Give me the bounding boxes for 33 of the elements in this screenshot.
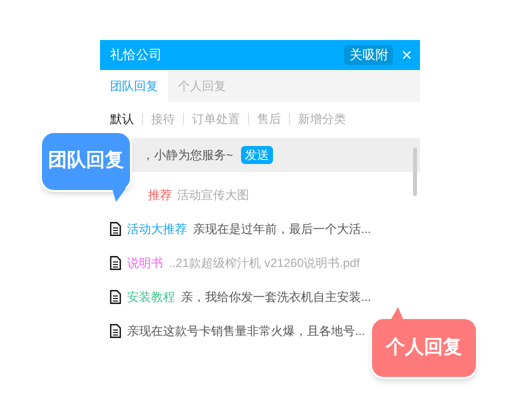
category-tab[interactable]: 订单处置: [192, 110, 240, 128]
reply-item[interactable]: 推荐 活动宣传大图: [100, 178, 420, 212]
send-button[interactable]: 发送: [241, 146, 274, 164]
document-icon: [110, 324, 121, 338]
document-icon: [110, 256, 121, 270]
scrollbar[interactable]: [413, 148, 417, 196]
callout-label: 个人回复: [386, 336, 462, 360]
unpin-button[interactable]: 关吸附: [344, 45, 394, 65]
reply-tag: 推荐: [148, 186, 172, 204]
category-tab[interactable]: 新增分类: [298, 110, 346, 128]
tab[interactable]: 个人回复: [168, 70, 236, 102]
callout-label: 团队回复: [48, 149, 124, 174]
reply-text: ，小静为您服务~: [142, 147, 234, 164]
reply-text: 亲现在这款号卡销售量非常火爆，且各地号...: [127, 323, 366, 340]
tab[interactable]: 团队回复: [100, 70, 168, 102]
reply-text: 活动宣传大图: [177, 187, 249, 204]
reply-item[interactable]: 安装教程 亲，我给你发一套洗衣机自主安装...: [100, 280, 420, 314]
reply-text: 亲，我给你发一套洗衣机自主安装...: [181, 289, 372, 306]
reply-text: ..21款超级榨汁机 v21260说明书.pdf: [169, 255, 360, 272]
reply-item[interactable]: 活动大推荐 亲现在是过年前，最后一个大活...: [100, 212, 420, 246]
category-tab[interactable]: 接待: [151, 110, 175, 128]
close-button[interactable]: ×: [401, 46, 412, 64]
document-icon: [110, 290, 121, 304]
reply-tag: 说明书: [127, 254, 163, 272]
category-tab[interactable]: 售后: [257, 110, 281, 128]
reply-item[interactable]: ，小静为您服务~ 发送: [132, 138, 420, 172]
reply-item[interactable]: 说明书 ..21款超级榨汁机 v21260说明书.pdf: [100, 246, 420, 280]
category-tab[interactable]: 默认: [110, 110, 134, 128]
document-icon: [110, 222, 121, 236]
reply-text: 亲现在是过年前，最后一个大活...: [193, 221, 372, 238]
reply-tag: 活动大推荐: [127, 220, 187, 238]
company-title: 礼恰公司: [110, 46, 163, 64]
reply-tag: 安装教程: [127, 288, 175, 306]
